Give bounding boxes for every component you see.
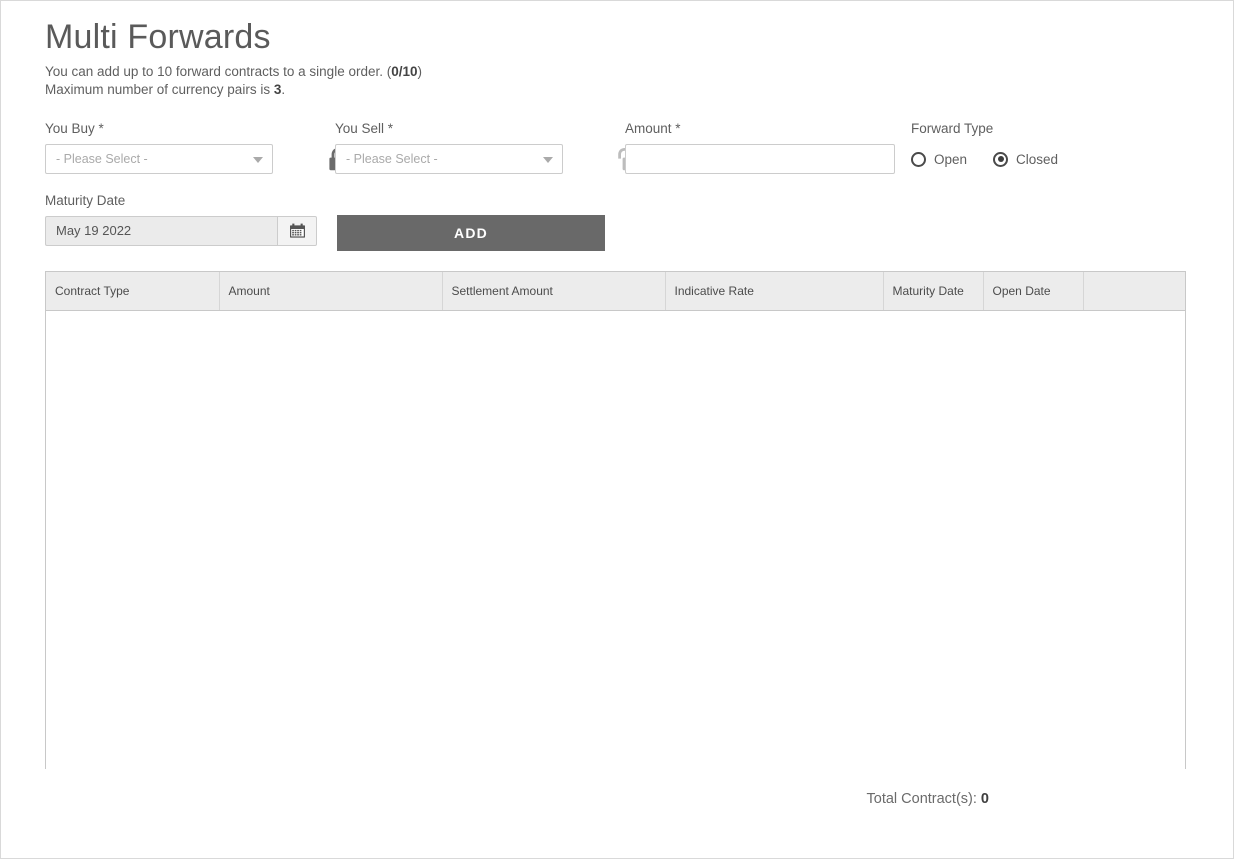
contracts-table: Contract Type Amount Settlement Amount I… bbox=[45, 271, 1186, 771]
column-header-maturity-date[interactable]: Maturity Date bbox=[883, 272, 984, 311]
you-buy-label: You Buy * bbox=[45, 121, 104, 136]
form-row-primary: You Buy * - Please Select - You Sell * -… bbox=[45, 121, 1187, 179]
table-header-row: Contract Type Amount Settlement Amount I… bbox=[46, 272, 1185, 311]
total-contracts-value: 0 bbox=[980, 791, 989, 807]
subtitle-line-2: Maximum number of currency pairs is 3. bbox=[45, 81, 1187, 99]
contracts-grid: Contract Type Amount Settlement Amount I… bbox=[46, 272, 1185, 771]
radio-closed-label: Closed bbox=[1016, 151, 1059, 167]
you-sell-value: - Please Select - bbox=[346, 152, 438, 166]
contracts-grid-body bbox=[46, 310, 1185, 771]
maturity-date-value[interactable]: May 19 2022 bbox=[45, 216, 277, 246]
maturity-date-input-group: May 19 2022 bbox=[45, 216, 317, 246]
column-header-actions bbox=[1083, 272, 1185, 311]
column-header-open-date[interactable]: Open Date bbox=[983, 272, 1084, 311]
amount-field: Amount * bbox=[625, 121, 895, 174]
forward-type-radio-group: Open Closed bbox=[911, 144, 1084, 174]
calendar-icon[interactable] bbox=[277, 216, 317, 246]
column-header-contract-type[interactable]: Contract Type bbox=[46, 272, 220, 311]
subtitle-line-1-post: ) bbox=[417, 64, 423, 79]
radio-open-label: Open bbox=[934, 151, 968, 167]
subtitle-line-2-post: . bbox=[281, 82, 286, 97]
you-sell-select[interactable]: - Please Select - bbox=[335, 144, 563, 174]
column-header-settlement-amount[interactable]: Settlement Amount bbox=[442, 272, 666, 311]
maturity-date-label: Maturity Date bbox=[45, 193, 126, 208]
column-header-indicative-rate[interactable]: Indicative Rate bbox=[665, 272, 884, 311]
empty-body-row bbox=[46, 310, 1185, 771]
radio-open-circle bbox=[911, 151, 926, 167]
maturity-date-field: Maturity Date May 19 2022 bbox=[45, 193, 317, 246]
chevron-down-icon bbox=[543, 157, 553, 163]
column-header-amount[interactable]: Amount bbox=[219, 272, 443, 311]
add-button[interactable]: ADD bbox=[337, 215, 605, 251]
forward-count: 0/10 bbox=[391, 64, 418, 79]
you-sell-field: You Sell * - Please Select - bbox=[335, 121, 563, 174]
forward-type-label: Forward Type bbox=[911, 121, 994, 136]
total-contracts-label: Total Contract(s): bbox=[866, 791, 981, 807]
amount-input[interactable] bbox=[625, 144, 895, 174]
amount-label: Amount * bbox=[625, 121, 681, 136]
total-contracts: Total Contract(s): 0 bbox=[45, 791, 1187, 807]
subtitle-line-1-pre: You can add up to 10 forward contracts t… bbox=[45, 64, 392, 79]
chevron-down-icon bbox=[253, 157, 263, 163]
radio-open[interactable]: Open bbox=[911, 151, 968, 167]
page-subtitle: You can add up to 10 forward contracts t… bbox=[45, 63, 1187, 99]
forward-type-field: Forward Type Open Closed bbox=[911, 121, 1084, 174]
form-row-secondary: Maturity Date May 19 2022 ADD bbox=[45, 193, 1187, 251]
you-sell-label: You Sell * bbox=[335, 121, 394, 136]
radio-closed-circle bbox=[993, 151, 1009, 167]
page-title: Multi Forwards bbox=[45, 18, 271, 56]
radio-closed[interactable]: Closed bbox=[993, 151, 1059, 167]
contracts-grid-head: Contract Type Amount Settlement Amount I… bbox=[46, 272, 1185, 311]
you-buy-value: - Please Select - bbox=[56, 152, 148, 166]
page-content: Multi Forwards You can add up to 10 forw… bbox=[45, 15, 1187, 807]
empty-state bbox=[46, 310, 1185, 771]
subtitle-line-1: You can add up to 10 forward contracts t… bbox=[45, 63, 1187, 81]
you-buy-select[interactable]: - Please Select - bbox=[45, 144, 273, 174]
subtitle-line-2-pre: Maximum number of currency pairs is bbox=[45, 82, 274, 97]
multi-forwards-page: Multi Forwards You can add up to 10 forw… bbox=[0, 0, 1234, 859]
you-buy-field: You Buy * - Please Select - bbox=[45, 121, 273, 174]
